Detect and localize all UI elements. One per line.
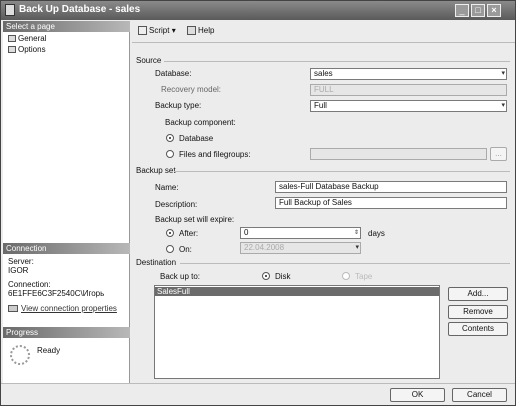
maximize-button[interactable]: □ [471,4,485,17]
chevron-down-icon: ▾ [501,102,505,109]
destination-group-header: Destination [136,258,177,267]
after-label: After: [179,229,199,238]
ok-button[interactable]: OK [390,388,445,402]
backup-set-group-header: Backup set [136,166,176,175]
database-icon [5,4,15,16]
database-select[interactable]: sales ▾ [310,68,507,80]
left-pane: Select a page General Options Connection… [3,21,130,383]
expire-date-value: 22.04.2008 [244,243,285,252]
view-connection-link[interactable]: View connection properties [8,304,117,313]
progress-status: Ready [37,346,61,355]
script-icon [138,26,147,35]
description-input[interactable]: Full Backup of Sales [275,197,507,209]
expire-date-picker: 22.04.2008 ▾ [240,242,361,254]
backup-type-label: Backup type: [155,101,202,110]
description-label: Description: [155,200,198,209]
files-filegroups-radio[interactable] [166,150,174,158]
backup-dialog-window: Back Up Database - sales _ □ × Select a … [0,0,516,406]
recovery-model-label: Recovery model: [161,85,222,94]
divider [164,61,510,62]
script-label: Script [149,26,170,35]
help-icon [187,26,196,35]
destination-list[interactable]: SalesFull [154,285,440,379]
view-connection-text: View connection properties [21,304,117,313]
backup-name-input[interactable]: sales-Full Database Backup [275,181,507,193]
divider [174,171,510,172]
minimize-button[interactable]: _ [455,4,469,17]
dialog-footer: OK Cancel [1,383,515,405]
files-filegroups-label: Files and filegroups: [179,150,251,159]
expire-days-stepper[interactable]: 0 ⇕ [240,227,361,239]
name-label: Name: [155,183,179,192]
divider [180,263,510,264]
database-radio[interactable] [166,134,174,142]
chevron-down-icon: ▾ [171,26,176,35]
chevron-down-icon: ▾ [355,244,359,251]
select-page-header: Select a page [3,21,130,32]
backup-type-value: Full [314,101,327,110]
source-group-header: Source [136,56,162,65]
page-item-options[interactable]: Options [8,45,46,54]
window-title: Back Up Database - sales [19,4,141,15]
on-label: On: [179,245,192,254]
back-up-to-label: Back up to: [160,272,201,281]
page-item-label: Options [18,45,46,54]
tape-radio [342,272,350,280]
title-bar[interactable]: Back Up Database - sales _ □ × [1,1,515,20]
database-radio-label: Database [179,134,214,143]
list-item[interactable]: SalesFull [155,287,439,296]
database-value: sales [314,69,333,78]
server-label: Server: [8,257,34,266]
files-filegroups-field [310,148,487,160]
expire-label: Backup set will expire: [155,215,235,224]
backup-type-select[interactable]: Full ▾ [310,100,507,112]
help-button[interactable]: Help [187,26,214,35]
expire-on-radio[interactable] [166,245,174,253]
stepper-arrows-icon[interactable]: ⇕ [354,228,359,238]
close-button[interactable]: × [487,4,501,17]
server-value: IGOR [8,266,29,275]
expire-days-value: 0 [244,228,249,237]
connection-header: Connection [3,243,130,254]
days-label: days [368,229,385,238]
browse-files-button[interactable]: ... [490,147,507,161]
disk-radio[interactable] [262,272,270,280]
properties-icon [8,305,18,312]
remove-button[interactable]: Remove [448,305,508,319]
contents-button[interactable]: Contents [448,322,508,336]
page-icon [8,35,16,42]
tape-label: Tape [355,272,373,281]
script-button[interactable]: Script ▾ [138,26,176,35]
disk-label: Disk [275,272,291,281]
help-label: Help [198,26,215,35]
expire-after-radio[interactable] [166,229,174,237]
page-item-label: General [18,34,47,43]
connection-value: 6E1FFE6C3F2540C\Игорь [8,289,105,298]
toolbar: Script ▾ Help [132,21,515,43]
page-icon [8,46,16,53]
main-panel: Script ▾ Help Source Database: sales ▾ Re… [132,21,515,383]
recovery-model-field: FULL [310,84,507,96]
page-item-general[interactable]: General [8,34,46,43]
database-label: Database: [155,69,192,78]
progress-header: Progress [3,327,130,338]
connection-label: Connection: [8,280,51,289]
add-button[interactable]: Add... [448,287,508,301]
cancel-button[interactable]: Cancel [452,388,507,402]
backup-component-label: Backup component: [165,118,236,127]
chevron-down-icon: ▾ [501,70,505,77]
progress-spinner-icon [10,345,30,365]
